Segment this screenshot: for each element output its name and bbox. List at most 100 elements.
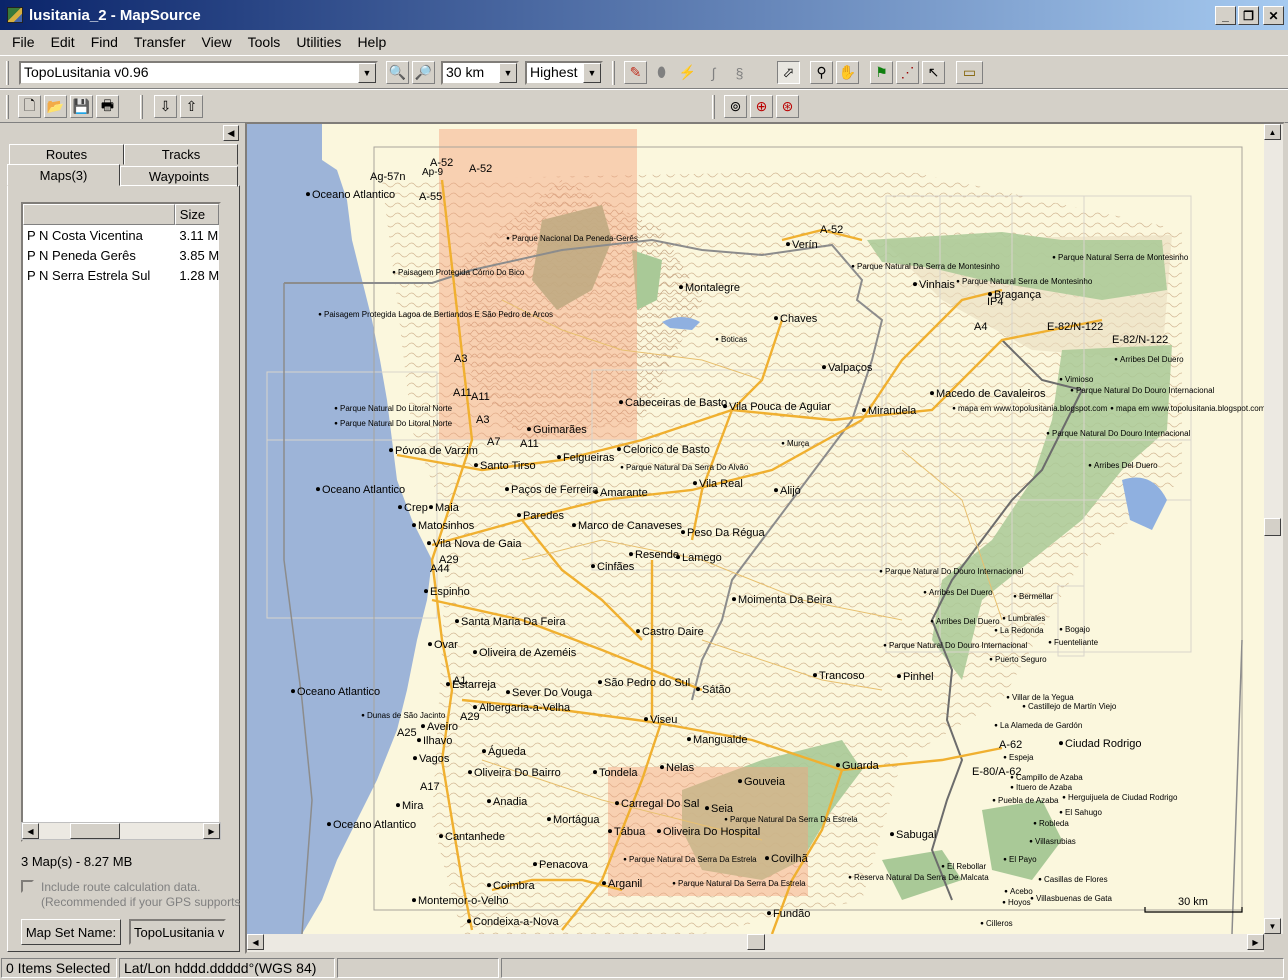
map-place-label[interactable]: Paisagem Protegida Córno Do Bico	[398, 268, 525, 277]
map-place-label[interactable]: A11	[453, 387, 472, 399]
place-dot[interactable]	[361, 713, 365, 717]
map-place-label[interactable]: Peso Da Régua	[687, 527, 766, 539]
map-place-label[interactable]: Arganil	[608, 878, 642, 890]
map-place-label[interactable]: A-55	[419, 191, 442, 203]
map-place-label[interactable]: Parque Nacional Da Peneda-Gerês	[512, 234, 638, 243]
map-place-label[interactable]: mapa em www.topolusitania.blogspot.com	[1116, 404, 1264, 413]
place-dot[interactable]	[1029, 839, 1033, 843]
map-place-label[interactable]: A25	[397, 727, 417, 739]
map-place-label[interactable]: La Redonda	[1000, 626, 1044, 635]
map-place-label[interactable]: Villasrubias	[1035, 837, 1076, 846]
place-dot[interactable]	[473, 650, 477, 655]
scroll-up-button[interactable]: ▲	[1264, 124, 1281, 140]
column-header-size[interactable]: Size	[174, 204, 219, 225]
map-place-label[interactable]: Vimioso	[1065, 375, 1094, 384]
split-track-button[interactable]: ∫	[702, 61, 725, 84]
map-place-label[interactable]: A29	[460, 711, 480, 723]
map-place-label[interactable]: Parque Natural Da Serra Da Estrela	[678, 879, 806, 888]
map-place-label[interactable]: Parque Natural Do Douro Internacional	[885, 567, 1024, 576]
place-dot[interactable]	[941, 864, 945, 868]
place-dot[interactable]	[851, 264, 855, 268]
scale-select[interactable]: 30 km ▼	[441, 61, 519, 85]
place-dot[interactable]	[474, 463, 478, 468]
place-dot[interactable]	[417, 738, 421, 743]
map-place-label[interactable]: Anadia	[493, 796, 528, 808]
vscroll-thumb[interactable]	[1264, 518, 1281, 536]
map-place-label[interactable]: Oceano Atlantico	[312, 189, 395, 201]
place-dot[interactable]	[705, 806, 709, 811]
place-dot[interactable]	[923, 590, 927, 594]
map-place-label[interactable]: Parque Natural Serra de Montesinho	[1058, 253, 1189, 262]
map-place-label[interactable]: Montemor-o-Velho	[418, 895, 509, 907]
map-place-label[interactable]: mapa em www.topolusitania.blogspot.com	[958, 404, 1108, 413]
chevron-down-icon[interactable]: ▼	[583, 63, 601, 83]
map-place-label[interactable]: Carregal Do Sal	[621, 798, 699, 810]
map-place-label[interactable]: E-80/A-62	[972, 766, 1022, 778]
maximize-button[interactable]: ❐	[1238, 6, 1259, 25]
tab-waypoints[interactable]: Waypoints	[120, 166, 238, 187]
map-place-label[interactable]: Oliveira Do Hospital	[663, 826, 760, 838]
map-place-label[interactable]: Ilhavo	[423, 735, 452, 747]
map-place-label[interactable]: Villasbuenas de Gata	[1036, 894, 1112, 903]
place-dot[interactable]	[316, 487, 320, 492]
toolbar-grip[interactable]	[6, 61, 9, 85]
place-dot[interactable]	[723, 404, 727, 409]
place-dot[interactable]	[1088, 463, 1092, 467]
map-place-label[interactable]: Mortágua	[553, 814, 600, 826]
map-place-label[interactable]: A-62	[999, 739, 1022, 751]
menu-transfer[interactable]: Transfer	[126, 34, 194, 50]
map-place-label[interactable]: Verín	[792, 239, 818, 251]
find-recent-button[interactable]: ⊛	[776, 95, 799, 118]
place-dot[interactable]	[572, 523, 576, 528]
place-dot[interactable]	[1004, 889, 1008, 893]
map-place-label[interactable]: IP4	[987, 296, 1004, 308]
map-hscrollbar[interactable]: ◀ ▶	[247, 934, 1264, 952]
route-select-button[interactable]: ⋰	[896, 61, 919, 84]
map-place-label[interactable]: Espeja	[1009, 753, 1034, 762]
place-dot[interactable]	[644, 717, 648, 722]
place-dot[interactable]	[952, 406, 956, 410]
place-dot[interactable]	[467, 919, 471, 924]
map-place-label[interactable]: El Payo	[1009, 855, 1037, 864]
place-dot[interactable]	[1046, 431, 1050, 435]
menu-utilities[interactable]: Utilities	[288, 34, 349, 50]
tab-routes[interactable]: Routes	[9, 144, 124, 165]
place-dot[interactable]	[487, 883, 491, 888]
place-dot[interactable]	[591, 564, 595, 569]
map-place-label[interactable]: A17	[420, 781, 440, 793]
place-dot[interactable]	[1059, 810, 1063, 814]
map-place-label[interactable]: Acebo	[1010, 887, 1033, 896]
map-place-label[interactable]: Parque Natural Serra de Montesinho	[962, 277, 1093, 286]
map-place-label[interactable]: El Sahugo	[1065, 808, 1102, 817]
place-dot[interactable]	[1006, 695, 1010, 699]
map-place-label[interactable]: Reserva Natural Da Serra De Malcata	[854, 873, 989, 882]
map-place-label[interactable]: Castillejo de Martín Viejo	[1028, 702, 1117, 711]
toolbar-grip[interactable]	[6, 95, 9, 119]
place-dot[interactable]	[848, 875, 852, 879]
map-place-label[interactable]: Dunas de São Jacinto	[367, 711, 446, 720]
place-dot[interactable]	[1003, 755, 1007, 759]
map-place-label[interactable]: Viseu	[650, 714, 677, 726]
eraser-tool-button[interactable]: ⬮	[650, 61, 673, 84]
map-place-label[interactable]: Ovar	[434, 639, 458, 651]
map-place-label[interactable]: Albergaria-a-Velha	[479, 702, 571, 714]
place-dot[interactable]	[992, 798, 996, 802]
place-dot[interactable]	[334, 406, 338, 410]
tab-maps[interactable]: Maps(3)	[7, 164, 120, 186]
minimize-button[interactable]: _	[1215, 6, 1236, 25]
place-dot[interactable]	[615, 801, 619, 806]
place-dot[interactable]	[1059, 741, 1063, 746]
map-place-label[interactable]: Paredes	[523, 510, 564, 522]
map-place-label[interactable]: Moimenta Da Beira	[738, 594, 833, 606]
map-place-label[interactable]: Murça	[787, 439, 810, 448]
map-place-label[interactable]: Vinhais	[919, 279, 955, 291]
place-dot[interactable]	[598, 680, 602, 685]
map-place-label[interactable]: Bogajo	[1065, 625, 1090, 634]
place-dot[interactable]	[506, 690, 510, 695]
place-dot[interactable]	[620, 465, 624, 469]
place-dot[interactable]	[660, 765, 664, 770]
place-dot[interactable]	[1033, 821, 1037, 825]
place-dot[interactable]	[836, 763, 840, 768]
open-button[interactable]: 📂	[44, 95, 67, 118]
place-dot[interactable]	[389, 448, 393, 453]
